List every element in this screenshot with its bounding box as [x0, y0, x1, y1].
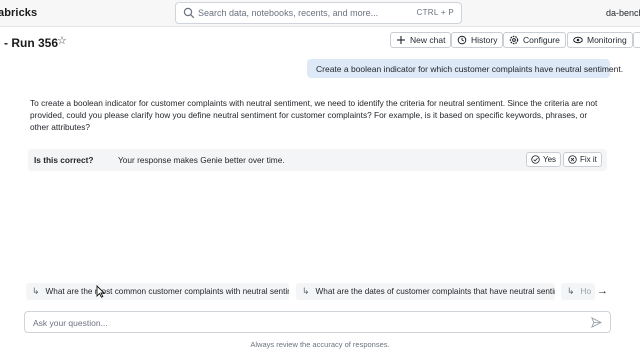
star-icon[interactable]: ☆: [57, 34, 67, 47]
search-shortcut: CTRL + P: [416, 8, 454, 17]
mouse-cursor-icon: [96, 285, 105, 298]
assistant-message: To create a boolean indicator for custom…: [30, 98, 598, 132]
page-title: - Run 356: [4, 36, 59, 50]
reply-arrow-icon: ↳: [567, 286, 575, 296]
reply-arrow-icon: ↳: [32, 286, 40, 296]
check-circle-icon: [531, 155, 540, 164]
history-icon: [457, 35, 467, 45]
question-input[interactable]: Ask your question...: [24, 311, 611, 333]
history-button[interactable]: History: [451, 32, 504, 48]
gear-icon: [509, 35, 519, 45]
fix-it-label: Fix it: [580, 155, 597, 164]
search-icon: [183, 7, 195, 19]
monitoring-button[interactable]: Monitoring: [567, 32, 633, 48]
reply-arrow-icon: ↳: [302, 286, 310, 296]
new-chat-button[interactable]: New chat: [390, 32, 452, 48]
suggestion-chip[interactable]: ↳ Ho: [561, 283, 595, 300]
eye-icon: [573, 36, 583, 44]
suggestion-chip[interactable]: ↳ What are the dates of customer complai…: [296, 283, 555, 300]
x-circle-icon: [568, 155, 577, 164]
plus-icon: [397, 36, 405, 44]
user-menu[interactable]: da-bench: [606, 8, 640, 18]
scroll-right-arrow-icon[interactable]: →: [597, 285, 608, 297]
top-bar: abricks Search data, notebooks, recents,…: [0, 0, 640, 27]
feedback-bar: Is this correct? Your response makes Gen…: [28, 149, 607, 171]
fix-it-button[interactable]: Fix it: [563, 152, 602, 167]
global-search[interactable]: Search data, notebooks, recents, and mor…: [175, 2, 462, 24]
send-icon[interactable]: [591, 317, 602, 328]
suggestion-text: What are the dates of customer complaint…: [315, 287, 555, 296]
suggestion-text: Ho: [580, 287, 592, 296]
feedback-text: Your response makes Genie better over ti…: [118, 155, 285, 165]
configure-label: Configure: [523, 35, 560, 45]
suggestion-chip[interactable]: ↳ What are the most common customer comp…: [26, 283, 289, 300]
disclaimer-text: Always review the accuracy of responses.: [250, 340, 390, 349]
yes-button[interactable]: Yes: [526, 152, 562, 167]
user-message: Create a boolean indicator for which cus…: [307, 59, 623, 78]
new-chat-label: New chat: [410, 35, 446, 45]
more-button[interactable]: [633, 32, 640, 48]
suggestion-text: What are the most common customer compla…: [45, 287, 289, 296]
search-placeholder: Search data, notebooks, recents, and mor…: [198, 8, 379, 18]
feedback-question: Is this correct?: [34, 155, 94, 165]
yes-label: Yes: [543, 155, 557, 164]
question-placeholder: Ask your question...: [33, 318, 108, 328]
history-label: History: [471, 35, 498, 45]
monitoring-label: Monitoring: [587, 35, 627, 45]
brand-logo-text[interactable]: abricks: [0, 7, 37, 19]
configure-button[interactable]: Configure: [503, 32, 566, 48]
